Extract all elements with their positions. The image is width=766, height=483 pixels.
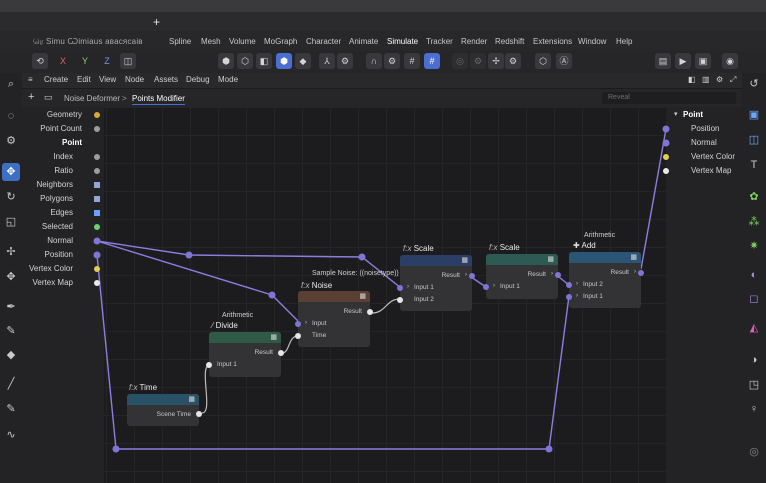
noise-sample-label: Sample Noise: ((noisetype)) <box>312 270 399 277</box>
divide-group-label: Arithmetic <box>222 312 254 319</box>
wire-add-to-position <box>640 128 667 270</box>
port-out-vertex-color <box>663 154 669 160</box>
expand-arrow-icon[interactable]: › <box>465 272 467 278</box>
node-menu-icon[interactable]: ▦ <box>630 253 637 261</box>
scale2-input1-label: Input 1 <box>500 283 520 290</box>
noise-time-port[interactable] <box>295 333 301 339</box>
time-out-port[interactable] <box>196 411 202 417</box>
reroute-dot <box>545 445 553 453</box>
add-in1-port[interactable] <box>566 294 572 300</box>
port-point-count <box>94 126 100 132</box>
reroute-dot <box>185 251 193 259</box>
time-out-label: Scene Time <box>156 411 191 418</box>
expand-arrow-icon[interactable]: › <box>493 283 495 289</box>
port-index <box>94 154 100 160</box>
port-out-vertex-map <box>663 168 669 174</box>
divide-result-label: Result <box>254 349 273 356</box>
divide-node-title: Divide <box>215 321 238 330</box>
scale1-input2-label: Input 2 <box>414 296 434 303</box>
scale1-input1-label: Input 1 <box>414 284 434 291</box>
fx-icon: f:x <box>489 243 498 252</box>
divide-out-port[interactable] <box>278 350 284 356</box>
node-menu-icon[interactable]: ▦ <box>270 333 277 341</box>
port-selected <box>94 224 100 230</box>
reroute-dot <box>268 291 276 299</box>
port-geometry <box>94 112 100 118</box>
port-out-position <box>662 125 670 133</box>
divide-icon: ⁄ <box>212 321 214 330</box>
expand-arrow-icon[interactable]: › <box>634 269 636 275</box>
time-node[interactable]: ▦ Scene Time <box>127 394 202 426</box>
fx-icon: f:x <box>301 281 310 290</box>
reroute-dot <box>112 445 120 453</box>
divide-in1-port[interactable] <box>206 362 212 368</box>
divide-node[interactable]: ▦ Result Input 1 <box>206 332 284 377</box>
port-normal <box>93 237 101 245</box>
scale2-node-title: Scale <box>499 243 520 252</box>
node-menu-icon[interactable]: ▦ <box>359 292 366 300</box>
add-input1-label: Input 1 <box>583 293 603 300</box>
expand-arrow-icon[interactable]: › <box>305 320 307 326</box>
expand-arrow-icon[interactable]: › <box>576 281 578 287</box>
noise-input-label: Input <box>312 320 327 327</box>
scale1-result-label: Result <box>441 272 460 279</box>
fx-icon: f:x <box>403 244 412 253</box>
node-menu-icon[interactable]: ▦ <box>188 395 195 403</box>
scale2-in1-port[interactable] <box>483 284 489 290</box>
port-polygons <box>94 196 100 202</box>
add-icon: ✚ <box>573 241 580 250</box>
noise-out-port[interactable] <box>367 309 373 315</box>
scale1-in1-port[interactable] <box>397 285 403 291</box>
node-wires <box>93 112 670 453</box>
noise-input-port[interactable] <box>295 321 301 327</box>
scale2-out-port[interactable] <box>555 272 561 278</box>
scale1-in2-port[interactable] <box>397 297 403 303</box>
divide-input1-label: Input 1 <box>217 361 237 368</box>
add-in2-port[interactable] <box>566 282 572 288</box>
port-position <box>93 251 101 259</box>
expand-arrow-icon[interactable]: › <box>551 271 553 277</box>
port-edges <box>94 210 100 216</box>
add-node[interactable]: ▦ Result › › Input 2 › Input 1 <box>566 252 644 308</box>
scale1-out-port[interactable] <box>469 273 475 279</box>
scale1-node-title: Scale <box>413 244 434 253</box>
node-menu-icon[interactable]: ▦ <box>461 256 468 264</box>
reroute-dot <box>358 253 366 261</box>
port-vertex-map <box>94 280 100 286</box>
scale2-node[interactable]: ▦ Result › › Input 1 <box>483 254 561 299</box>
noise-time-label: Time <box>312 332 327 339</box>
add-input2-label: Input 2 <box>583 281 603 288</box>
port-vertex-color <box>94 266 100 272</box>
wire-noise-to-scale1 <box>371 298 401 314</box>
time-node-title: Time <box>139 383 158 392</box>
add-result-label: Result <box>610 269 629 276</box>
expand-arrow-icon[interactable]: › <box>407 284 409 290</box>
node-menu-icon[interactable]: ▦ <box>547 255 554 263</box>
add-node-title: Add <box>581 241 596 250</box>
fx-icon: f:x <box>129 383 138 392</box>
port-out-normal <box>662 139 670 147</box>
wire-normal-to-scale1 <box>96 240 402 289</box>
expand-arrow-icon[interactable]: › <box>576 293 578 299</box>
wire-normal-to-noise <box>96 240 301 324</box>
noise-node-title: Noise <box>311 281 333 290</box>
scale2-result-label: Result <box>527 271 546 278</box>
add-out-port[interactable] <box>638 270 644 276</box>
noise-result-label: Result <box>343 308 362 315</box>
port-ratio <box>94 168 100 174</box>
scale1-node[interactable]: ▦ Result › › Input 1 Input 2 <box>397 255 475 311</box>
noise-node[interactable]: ▦ Result Input › Time <box>295 291 373 347</box>
port-neighbors <box>94 182 100 188</box>
add-group-label: Arithmetic <box>584 232 616 239</box>
